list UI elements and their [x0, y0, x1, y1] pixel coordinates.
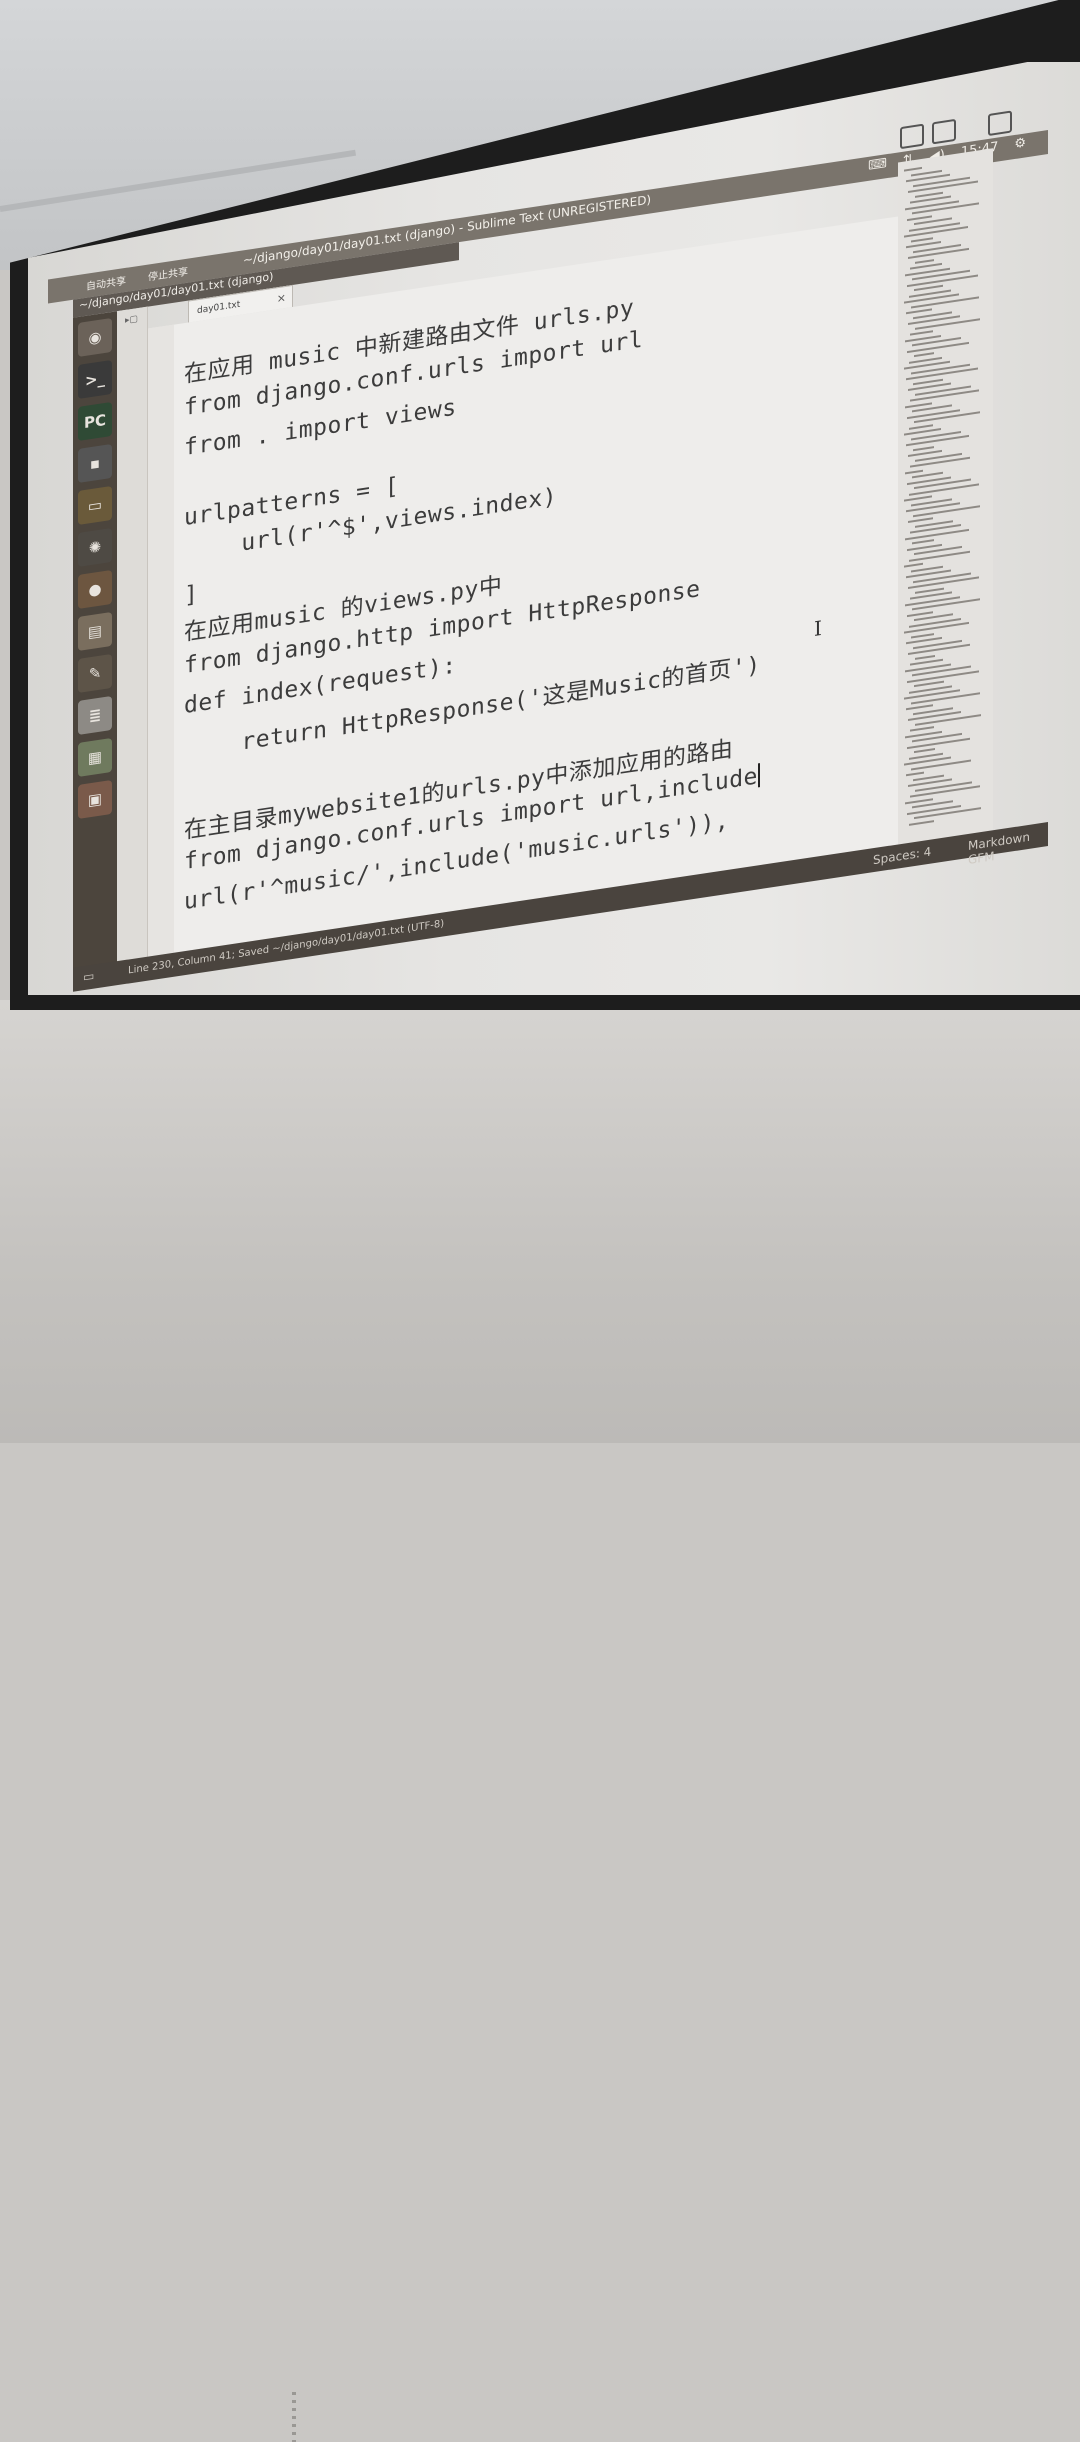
wall-marks	[292, 2392, 296, 2442]
mouse-ibeam-cursor: I	[814, 615, 822, 642]
sidebar-tree: ▸▢	[117, 306, 148, 962]
line-gutter	[148, 324, 174, 957]
minimap-line	[910, 389, 979, 402]
editor-pane[interactable]: 在应用 music 中新建路由文件 urls.py from django.con…	[148, 216, 898, 957]
minimap-line	[915, 654, 935, 660]
minimap-line	[912, 202, 979, 215]
browser-icon[interactable]: ●	[78, 569, 112, 610]
minimap-line	[909, 482, 979, 496]
minimap-line	[907, 214, 932, 221]
gear-icon[interactable]: ⚙	[1014, 135, 1026, 152]
document-icon[interactable]: ≣	[78, 695, 112, 736]
minimap-line	[904, 166, 922, 172]
folder-icon[interactable]: ▸▢	[125, 314, 138, 326]
minimap[interactable]	[898, 148, 993, 845]
wall	[0, 1000, 1080, 2442]
share-stop-label[interactable]: 停止共享	[148, 263, 188, 284]
tab-label: day01.txt	[197, 299, 241, 317]
minimap-line	[909, 423, 933, 430]
minimap-line	[911, 295, 979, 309]
pycharm-icon[interactable]: PC	[78, 401, 112, 442]
minimap-line	[908, 517, 933, 523]
minimap-line	[912, 598, 980, 611]
ubuntu-dash-icon[interactable]: ◉	[78, 317, 112, 358]
code-line[interactable]: ]	[184, 581, 198, 609]
panel-toggle-icon[interactable]: ▭	[83, 969, 94, 985]
minimap-line	[911, 691, 980, 705]
files-icon[interactable]: ▭	[78, 485, 112, 526]
indentation-setting[interactable]: Spaces: 4	[873, 844, 931, 867]
minimap-line	[915, 258, 934, 264]
image-viewer-icon[interactable]: ▣	[78, 779, 112, 820]
minimap-line	[905, 469, 923, 474]
minimap-line	[904, 562, 923, 568]
app-icon[interactable]: ▪	[78, 443, 112, 484]
minimap-line	[914, 352, 934, 358]
minimap-line	[914, 747, 935, 754]
minimap-line	[912, 539, 934, 545]
text-cursor	[757, 763, 760, 788]
minimap-line	[913, 504, 980, 517]
grid-view-icon[interactable]	[932, 118, 956, 145]
screen-fit-icon[interactable]	[900, 123, 924, 150]
close-icon[interactable]: ×	[277, 287, 286, 310]
minimap-line	[910, 785, 980, 798]
minimap-line	[914, 807, 981, 820]
network-icon[interactable]: ✺	[78, 527, 112, 568]
minimap-line	[908, 180, 978, 193]
minimap-line	[911, 236, 933, 243]
microphone-icon[interactable]: ✎	[78, 653, 112, 694]
archive-icon[interactable]: ▤	[78, 611, 112, 652]
minimap-line	[910, 330, 933, 336]
minimap-line	[911, 632, 934, 639]
fullscreen-icon[interactable]	[988, 110, 1012, 137]
minimap-line	[906, 771, 924, 777]
minimap-line	[910, 726, 934, 732]
spreadsheet-icon[interactable]: ▦	[78, 737, 112, 778]
projected-desktop: 自动共享 停止共享 ~/django/day01/day01.txt (djan…	[38, 0, 1068, 992]
share-start-label[interactable]: 自动共享	[86, 272, 126, 293]
minimap-line	[909, 819, 934, 826]
launcher: ◉ >_ PC ▪ ▭ ✺ ● ▤ ✎ ≣ ▦ ▣	[73, 311, 117, 974]
keyboard-icon[interactable]: ⌨	[868, 156, 887, 174]
minimap-line	[913, 445, 934, 451]
terminal-icon[interactable]: >_	[78, 359, 112, 400]
